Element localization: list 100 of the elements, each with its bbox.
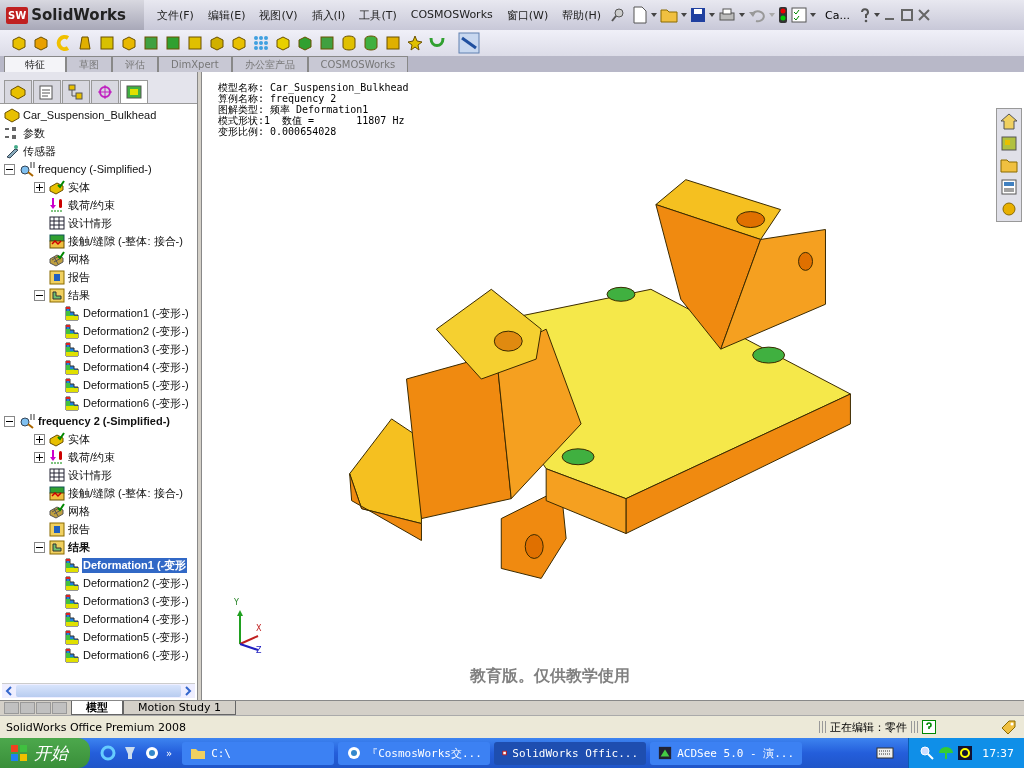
square-icon[interactable] [318, 34, 336, 52]
tree-item[interactable]: Deformation6 (-变形-) [82, 647, 190, 663]
plot-info-line: 模型名称: Car_Suspension_Bulkhead [218, 82, 409, 93]
collapse-toggle[interactable] [4, 415, 15, 427]
caret-icon[interactable] [709, 13, 716, 17]
menu-item[interactable]: 窗口(W) [499, 7, 556, 23]
panel-tab[interactable] [33, 80, 61, 103]
tree-item[interactable]: 载荷/约束 [67, 449, 117, 465]
tree-item[interactable]: 结果 [67, 287, 91, 303]
keyboard-icon[interactable] [876, 747, 895, 759]
tree-item[interactable]: Deformation3 (-变形-) [82, 593, 190, 609]
expand-toggle[interactable] [34, 451, 45, 463]
printer-icon[interactable] [718, 7, 737, 23]
tree-item[interactable]: 传感器 [22, 143, 57, 159]
tree-item[interactable]: 接触/缝隙 (-整体: 接合-) [67, 233, 184, 249]
square-icon[interactable] [384, 34, 402, 52]
taskbar-button[interactable]: SolidWorks Offic... [494, 741, 647, 765]
panel-tab[interactable] [91, 80, 119, 103]
tree-item[interactable]: 网格 [67, 503, 91, 519]
tree-item[interactable]: 实体 [67, 179, 91, 195]
menu-item[interactable]: 编辑(E) [200, 7, 253, 23]
contact-icon [49, 233, 65, 249]
expand-toggle[interactable] [34, 433, 45, 445]
tree-item[interactable]: Deformation6 (-变形-) [82, 395, 190, 411]
panel-tab[interactable] [62, 80, 90, 103]
menu-item[interactable]: 文件(F) [150, 7, 201, 23]
tree-item[interactable]: Deformation1 (-变形 [82, 557, 188, 573]
parts-icon[interactable] [999, 133, 1019, 153]
tree-item[interactable]: Deformation2 (-变形-) [82, 323, 190, 339]
model-tab[interactable]: Motion Study 1 [123, 701, 237, 715]
tree-item[interactable]: 网格 [67, 251, 91, 267]
tree-item[interactable]: frequency 2 (-Simplified-) [37, 415, 172, 427]
tree-item[interactable]: frequency (-Simplified-) [37, 163, 153, 175]
menu-item[interactable]: COSMOSWorks [403, 7, 500, 23]
start-button[interactable]: 开始 [0, 738, 90, 768]
tree-item[interactable]: Deformation4 (-变形-) [82, 359, 190, 375]
dots-icon[interactable] [252, 34, 270, 52]
caret-icon[interactable] [739, 13, 746, 17]
traffic-light-icon[interactable] [778, 6, 789, 24]
tree-item[interactable]: 报告 [67, 521, 91, 537]
caret-icon[interactable] [874, 13, 880, 17]
maximize-icon[interactable] [900, 8, 914, 22]
square-icon[interactable] [142, 34, 160, 52]
save-icon[interactable] [690, 7, 707, 23]
plot-icon [64, 395, 80, 411]
square-icon[interactable] [186, 34, 204, 52]
taskbar-button[interactable]: 『CosmosWorks交... [338, 741, 491, 765]
tag-icon[interactable] [1000, 719, 1018, 735]
collapse-toggle[interactable] [34, 289, 45, 301]
square-icon[interactable] [98, 34, 116, 52]
tree-item[interactable]: Deformation3 (-变形-) [82, 341, 190, 357]
close-icon[interactable] [917, 8, 931, 22]
horizontal-scrollbar[interactable] [2, 683, 195, 698]
taskbar-button[interactable]: C:\ [182, 741, 335, 765]
tree-item[interactable]: Deformation5 (-变形-) [82, 377, 190, 393]
tree-item[interactable]: 参数 [22, 125, 46, 141]
model-tab[interactable]: 模型 [71, 701, 123, 715]
tree-item[interactable]: Deformation5 (-变形-) [82, 629, 190, 645]
plot-info-line: 模式形状:1 数值 = 11807 Hz [218, 115, 406, 126]
plot-icon [64, 323, 80, 339]
menu-item[interactable]: 插入(I) [304, 7, 353, 23]
expand-toggle[interactable] [34, 181, 45, 193]
panel-tab[interactable] [4, 80, 32, 103]
tree-item[interactable]: 报告 [67, 269, 91, 285]
plot-icon [64, 557, 80, 573]
help-icon[interactable] [859, 7, 871, 23]
collapse-toggle[interactable] [34, 541, 45, 553]
ruler-icon[interactable] [458, 32, 480, 54]
help-icon[interactable] [922, 720, 936, 734]
home-icon[interactable] [999, 111, 1019, 131]
tree-item[interactable]: 结果 [67, 539, 91, 555]
caret-icon[interactable] [651, 13, 658, 17]
menu-item[interactable]: 帮助(H) [555, 7, 609, 23]
tree-item[interactable]: 设计情形 [67, 467, 113, 483]
taskbar-button[interactable]: ACDSee 5.0 - 演... [650, 741, 803, 765]
more-button[interactable]: » [166, 747, 173, 759]
menu-item[interactable]: 工具(T) [352, 7, 404, 23]
tree-item[interactable]: 载荷/约束 [67, 197, 117, 213]
collapse-toggle[interactable] [4, 163, 15, 175]
star-icon[interactable] [406, 34, 424, 52]
plot-icon [64, 575, 80, 591]
magnifier-icon[interactable] [919, 745, 936, 761]
menu-item[interactable]: 视图(V) [252, 7, 305, 23]
new-document-icon[interactable] [632, 6, 649, 24]
caret-icon[interactable] [810, 13, 817, 17]
tree-item[interactable]: 实体 [67, 431, 91, 447]
panel-tab[interactable] [120, 80, 148, 103]
tree-item[interactable]: 接触/缝隙 (-整体: 接合-) [67, 485, 184, 501]
tree-item[interactable]: Deformation2 (-变形-) [82, 575, 190, 591]
cylinder-icon[interactable] [362, 34, 380, 52]
square-icon[interactable] [164, 34, 182, 52]
caret-icon[interactable] [681, 13, 688, 17]
checklist-icon[interactable] [791, 7, 808, 23]
command-tab[interactable]: 特征 [4, 56, 66, 72]
tree-item[interactable]: Deformation1 (-变形-) [82, 305, 190, 321]
cylinder-icon[interactable] [340, 34, 358, 52]
sphere-icon[interactable] [999, 199, 1019, 219]
tree-item[interactable]: 设计情形 [67, 215, 113, 231]
tree-item[interactable]: Deformation4 (-变形-) [82, 611, 190, 627]
tree-item[interactable]: Car_Suspension_Bulkhead [22, 109, 158, 121]
